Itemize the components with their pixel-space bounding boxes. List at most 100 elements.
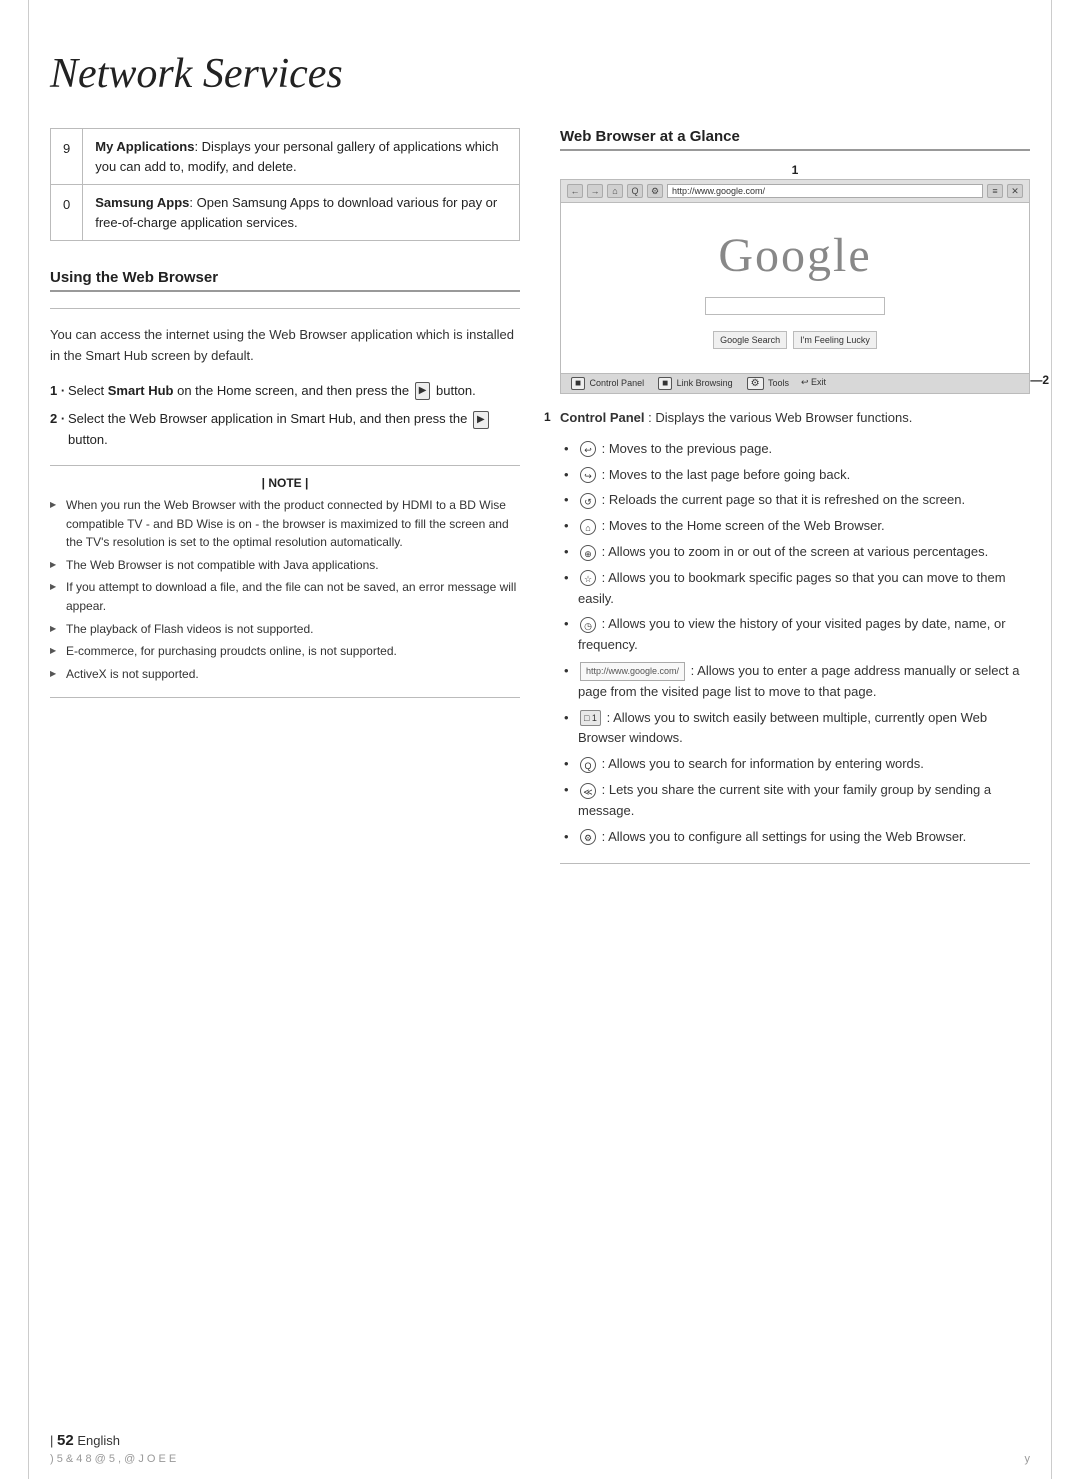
- item-desc-0: Samsung Apps: Open Samsung Apps to downl…: [83, 185, 520, 241]
- button-icon-1: ▶: [415, 382, 431, 400]
- bullet-history: ◷ : Allows you to view the history of yo…: [560, 614, 1030, 656]
- page-border-left: [28, 0, 29, 1479]
- bullet-back: ↩ : Moves to the previous page.: [560, 439, 1030, 460]
- note-item-2: The Web Browser is not compatible with J…: [50, 556, 520, 575]
- steps-list: 1 · Select Smart Hub on the Home screen,…: [50, 381, 520, 451]
- tools-icon: ⚙: [747, 377, 764, 390]
- bullet-reload: ↺ : Reloads the current page so that it …: [560, 490, 1030, 511]
- home-button-icon[interactable]: ⌂: [607, 184, 623, 198]
- item-label-9: My Applications: [95, 139, 194, 154]
- settings-button-icon[interactable]: ⚙: [647, 184, 663, 198]
- control-panel-desc: : Displays the various Web Browser funct…: [645, 410, 913, 425]
- step-num-1: 1 ·: [50, 381, 65, 402]
- google-search-button[interactable]: Google Search: [713, 331, 787, 349]
- bullet-tabs: □ 1 : Allows you to switch easily betwee…: [560, 708, 1030, 750]
- button-icon-2: ▶: [473, 411, 489, 429]
- bullet-share: ≪ : Lets you share the current site with…: [560, 780, 1030, 822]
- footer-pipe: |: [50, 1433, 57, 1448]
- exit-arrow-icon: ↩: [801, 377, 809, 387]
- browser-url-bar[interactable]: http://www.google.com/: [667, 184, 983, 198]
- step-num-2: 2 ·: [50, 409, 65, 430]
- bullet-home: ⌂ : Moves to the Home screen of the Web …: [560, 516, 1030, 537]
- browser-features-list: ↩ : Moves to the previous page. ↪ : Move…: [560, 439, 1030, 848]
- left-section-title: Using the Web Browser: [50, 269, 520, 292]
- menu-button-icon[interactable]: ≡: [987, 184, 1003, 198]
- bullet-settings: ⚙ : Allows you to configure all settings…: [560, 827, 1030, 848]
- share-icon: ≪: [580, 783, 596, 799]
- tabs-icon: □ 1: [580, 710, 601, 726]
- item-number-9: 9: [51, 129, 83, 185]
- page-number: 52: [57, 1432, 74, 1449]
- items-table: 9 My Applications: Displays your persona…: [50, 128, 520, 241]
- table-row: 0 Samsung Apps: Open Samsung Apps to dow…: [51, 185, 520, 241]
- google-logo: Google: [718, 228, 871, 283]
- note-item-3: If you attempt to download a file, and t…: [50, 578, 520, 615]
- browser-wrapper: 1 ← → ⌂ Q ⚙ http://www.google.com/ ≡ ✕: [560, 163, 1030, 394]
- browser-footer: ■ Control Panel ■ Link Browsing ⚙ Tools: [561, 373, 1029, 393]
- search-icon: Q: [580, 757, 596, 773]
- table-row: 9 My Applications: Displays your persona…: [51, 129, 520, 185]
- page-footer-bottom: ) 5 & 4 8 @ 5 , @ J O E E y: [50, 1453, 1030, 1465]
- footer-exit: ↩ Exit: [801, 377, 826, 390]
- bottom-divider: [560, 863, 1030, 864]
- note-item-1: When you run the Web Browser with the pr…: [50, 496, 520, 552]
- url-box-icon: http://www.google.com/: [580, 662, 685, 680]
- smart-hub-bold: Smart Hub: [108, 383, 174, 398]
- item-number-0: 0: [51, 185, 83, 241]
- bullet-bookmark: ☆ : Allows you to bookmark specific page…: [560, 568, 1030, 610]
- bullet-url: http://www.google.com/ : Allows you to e…: [560, 661, 1030, 703]
- control-panel-label: Control Panel: [560, 410, 645, 425]
- page-border-right: [1051, 0, 1052, 1479]
- zoom-icon: ⊕: [580, 545, 596, 561]
- page-footer: | 52 English: [50, 1432, 1030, 1449]
- browser-box: ← → ⌂ Q ⚙ http://www.google.com/ ≡ ✕ Goo…: [560, 179, 1030, 394]
- google-search-box[interactable]: [705, 297, 885, 315]
- item-label-0: Samsung Apps: [95, 195, 189, 210]
- intro-text: You can access the internet using the We…: [50, 325, 520, 367]
- bullet-zoom: ⊕ : Allows you to zoom in or out of the …: [560, 542, 1030, 563]
- browser-toolbar: ← → ⌂ Q ⚙ http://www.google.com/ ≡ ✕: [561, 180, 1029, 203]
- back-button-icon[interactable]: ←: [567, 184, 583, 198]
- browser-content: Google Google Search I'm Feeling Lucky: [561, 203, 1029, 373]
- note-list: When you run the Web Browser with the pr…: [50, 496, 520, 683]
- back-icon: ↩: [580, 441, 596, 457]
- footer-left: | 52 English: [50, 1432, 120, 1449]
- right-column: Web Browser at a Glance 1 ← → ⌂ Q ⚙ http…: [560, 128, 1030, 880]
- section-divider: [50, 308, 520, 309]
- footer-link-browsing: ■ Link Browsing: [656, 377, 733, 390]
- home-icon: ⌂: [580, 519, 596, 535]
- step-1: 1 · Select Smart Hub on the Home screen,…: [50, 381, 520, 402]
- note-item-5: E-commerce, for purchasing proudcts onli…: [50, 642, 520, 661]
- control-panel-icon: ■: [571, 377, 585, 390]
- bookmark-icon: ☆: [580, 570, 596, 586]
- footer-control-panel: ■ Control Panel: [569, 377, 644, 390]
- step-2: 2 · Select the Web Browser application i…: [50, 409, 520, 451]
- close-button-icon[interactable]: ✕: [1007, 184, 1023, 198]
- url-text: http://www.google.com/: [672, 186, 765, 196]
- forward-icon: ↪: [580, 467, 596, 483]
- search-button-icon[interactable]: Q: [627, 184, 643, 198]
- footer-right-char: y: [1025, 1453, 1031, 1465]
- callout-2-label: —2: [1030, 373, 1049, 387]
- history-icon: ◷: [580, 617, 596, 633]
- footer-lang: English: [77, 1433, 120, 1448]
- note-item-4: The playback of Flash videos is not supp…: [50, 620, 520, 639]
- bullet-search: Q : Allows you to search for information…: [560, 754, 1030, 775]
- note-title: | NOTE |: [50, 476, 520, 490]
- note-item-6: ActiveX is not supported.: [50, 665, 520, 684]
- callout-side-1: 1: [544, 408, 551, 427]
- left-column: 9 My Applications: Displays your persona…: [50, 128, 520, 712]
- reload-icon: ↺: [580, 493, 596, 509]
- bullet-forward: ↪ : Moves to the last page before going …: [560, 465, 1030, 486]
- control-panel-section: 1 Control Panel : Displays the various W…: [560, 408, 1030, 429]
- page-title: Network Services: [50, 50, 1030, 98]
- forward-button-icon[interactable]: →: [587, 184, 603, 198]
- footer-tools: ⚙ Tools: [745, 377, 789, 390]
- item-desc-9: My Applications: Displays your personal …: [83, 129, 520, 185]
- link-browsing-icon: ■: [658, 377, 672, 390]
- google-lucky-button[interactable]: I'm Feeling Lucky: [793, 331, 877, 349]
- footer-code: ) 5 & 4 8 @ 5 , @ J O E E: [50, 1453, 176, 1465]
- google-search-buttons: Google Search I'm Feeling Lucky: [713, 331, 877, 349]
- gear-icon: ⚙: [580, 829, 596, 845]
- right-section-title: Web Browser at a Glance: [560, 128, 1030, 151]
